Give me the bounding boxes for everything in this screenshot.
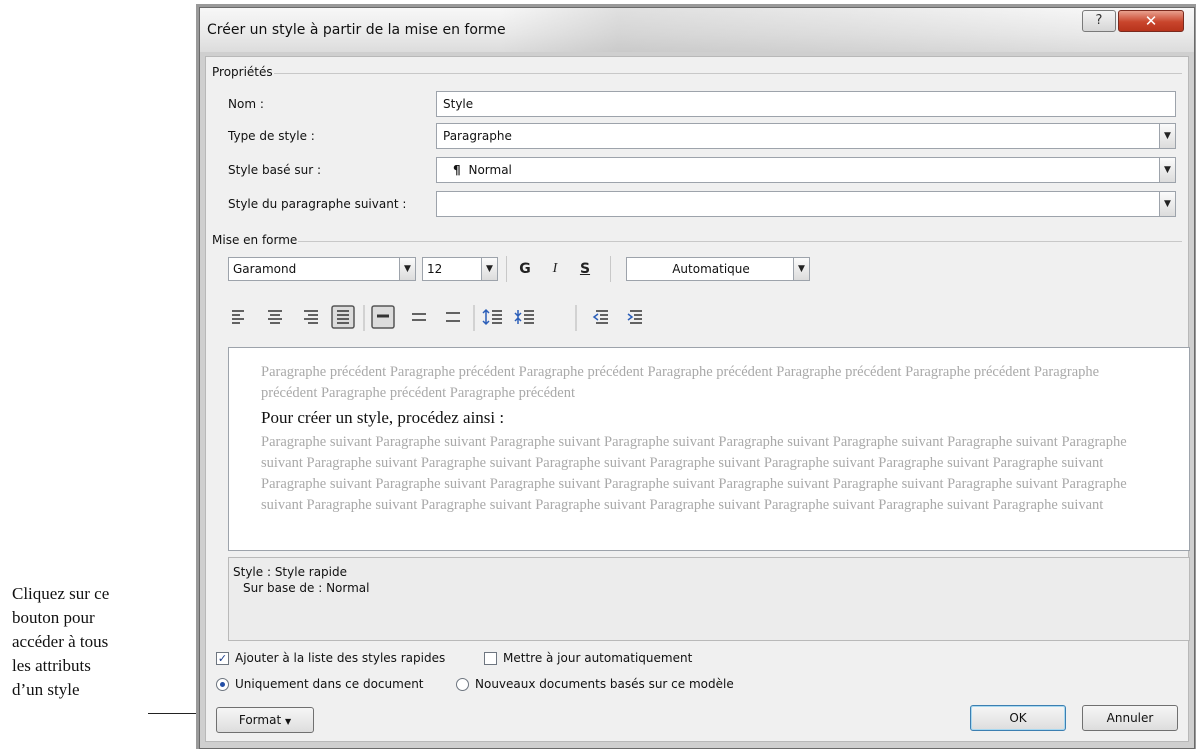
- based-on-value: Normal: [468, 163, 512, 177]
- format-button[interactable]: Format ▼: [216, 707, 314, 733]
- radio-unselected-icon: [456, 677, 469, 691]
- formatting-section-label: Mise en forme: [212, 233, 298, 247]
- style-type-select[interactable]: Paragraphe ▼: [436, 123, 1176, 149]
- properties-section-label: Propriétés: [212, 65, 273, 79]
- new-documents-radio[interactable]: Nouveaux documents basés sur ce modèle: [456, 677, 734, 691]
- type-label: Type de style :: [228, 129, 315, 143]
- description-line-2: Sur base de : Normal: [243, 581, 370, 595]
- chevron-down-icon[interactable]: ▼: [1159, 124, 1175, 148]
- font-color-value: Automatique: [672, 262, 750, 276]
- chevron-down-icon[interactable]: ▼: [399, 258, 415, 280]
- chevron-down-icon[interactable]: ▼: [1159, 158, 1175, 182]
- ok-button[interactable]: OK: [970, 705, 1066, 731]
- name-label: Nom :: [228, 97, 264, 111]
- chevron-down-icon[interactable]: ▼: [793, 258, 809, 280]
- paragraph-mark-icon: ¶: [453, 163, 461, 177]
- dropdown-arrow-icon: ▼: [284, 717, 292, 726]
- chevron-down-icon[interactable]: ▼: [1159, 192, 1175, 216]
- callout-line-1: Cliquez sur ce: [12, 584, 110, 603]
- line-spacing-double-icon[interactable]: [446, 312, 460, 322]
- preview-next-paragraph: Paragraphe suivant Paragraphe suivant Pa…: [261, 434, 1127, 513]
- style-preview: Paragraphe précédent Paragraphe précéden…: [228, 347, 1190, 551]
- space-before-decrease-icon[interactable]: [514, 310, 534, 324]
- this-document-label: Uniquement dans ce document: [235, 677, 424, 691]
- font-size-value: 12: [427, 262, 443, 276]
- align-left-icon[interactable]: [232, 310, 244, 324]
- line-spacing-onehalf-icon[interactable]: [412, 313, 426, 321]
- preview-sample-text: Pour créer un style, procédez ainsi :: [261, 408, 505, 427]
- preview-previous-paragraph: Paragraphe précédent Paragraphe précéden…: [261, 364, 1100, 401]
- align-right-icon[interactable]: [304, 310, 318, 324]
- cancel-button[interactable]: Annuler: [1082, 705, 1178, 731]
- font-size-select[interactable]: 12 ▼: [422, 257, 498, 281]
- callout-line-2: bouton pour: [12, 608, 95, 627]
- close-icon: ✕: [1144, 12, 1158, 30]
- create-style-dialog: Créer un style à partir de la mise en fo…: [199, 7, 1195, 749]
- add-quick-styles-checkbox[interactable]: ✓ Ajouter à la liste des styles rapides: [216, 651, 445, 665]
- callout-line-3: accéder à tous: [12, 632, 109, 651]
- decrease-indent-icon[interactable]: [592, 310, 608, 324]
- close-button[interactable]: ✕: [1118, 10, 1184, 32]
- chevron-down-icon[interactable]: ▼: [481, 258, 497, 280]
- next-style-label: Style du paragraphe suivant :: [228, 197, 407, 211]
- italic-button[interactable]: I: [544, 258, 566, 280]
- checkbox-unchecked-icon: [484, 651, 497, 665]
- based-on-select[interactable]: ¶ Normal ▼: [436, 157, 1176, 183]
- help-button[interactable]: ?: [1082, 10, 1116, 32]
- style-description: Style : Style rapide Sur base de : Norma…: [228, 557, 1190, 641]
- callout-annotation: Cliquez sur ce bouton pour accéder à tou…: [12, 582, 162, 702]
- bold-button[interactable]: G: [514, 258, 536, 280]
- next-style-select[interactable]: ▼: [436, 191, 1176, 217]
- font-select[interactable]: Garamond ▼: [228, 257, 416, 281]
- align-center-icon[interactable]: [268, 310, 282, 324]
- callout-line-5: d’un style: [12, 680, 80, 699]
- this-document-radio[interactable]: Uniquement dans ce document: [216, 677, 424, 691]
- based-on-label: Style basé sur :: [228, 163, 322, 177]
- name-input[interactable]: Style: [436, 91, 1176, 117]
- underline-button[interactable]: S: [574, 258, 596, 280]
- dialog-title: Créer un style à partir de la mise en fo…: [207, 22, 506, 38]
- title-bar: Créer un style à partir de la mise en fo…: [200, 8, 1194, 52]
- increase-indent-icon[interactable]: [627, 310, 642, 324]
- font-value: Garamond: [233, 262, 297, 276]
- space-before-increase-icon[interactable]: [482, 308, 502, 326]
- auto-update-label: Mettre à jour automatiquement: [503, 651, 693, 665]
- font-color-select[interactable]: Automatique ▼: [626, 257, 810, 281]
- add-quick-styles-label: Ajouter à la liste des styles rapides: [235, 651, 446, 665]
- auto-update-checkbox[interactable]: Mettre à jour automatiquement: [484, 651, 692, 665]
- radio-selected-icon: [216, 677, 229, 691]
- dialog-body: Propriétés Nom : Style Type de style : P…: [205, 56, 1190, 742]
- new-documents-label: Nouveaux documents basés sur ce modèle: [475, 677, 734, 691]
- paragraph-toolbar: [232, 305, 642, 331]
- description-line-1: Style : Style rapide: [233, 565, 348, 579]
- format-button-label: Format: [238, 713, 282, 727]
- checkbox-checked-icon: ✓: [216, 651, 229, 665]
- style-type-value: Paragraphe: [443, 129, 512, 143]
- callout-line-4: les attributs: [12, 656, 91, 675]
